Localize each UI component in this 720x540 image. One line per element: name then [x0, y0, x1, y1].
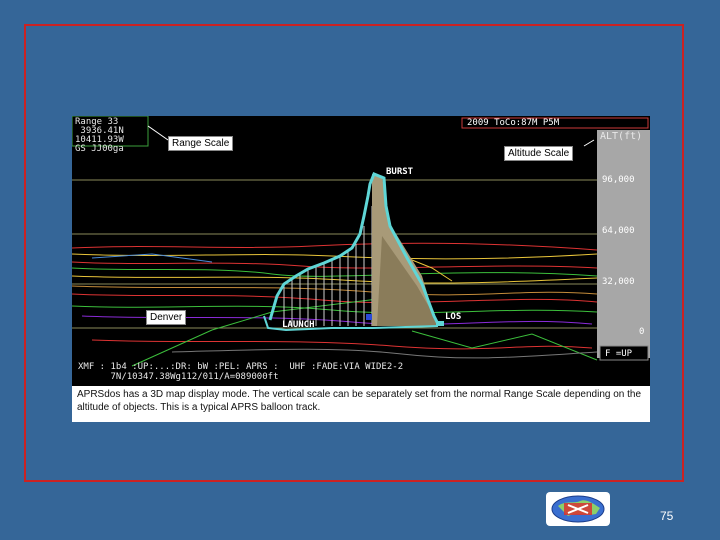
status-line-1: XMF : 1b4 :UP:...:DR: bW :PEL: APRS : UH… — [78, 362, 404, 372]
denver-callout: Denver — [146, 310, 187, 325]
alt-tick-32000: 32,000 — [602, 277, 635, 287]
altitude-scale-pointer — [583, 139, 595, 147]
burst-label: BURST — [386, 167, 414, 177]
status-line-2: 7N/10347.38Wg112/011/A=089000ft — [78, 372, 279, 382]
altitude-panel — [597, 130, 650, 358]
los-marker — [436, 321, 444, 326]
alt-heading: ALT(ft) — [600, 131, 643, 142]
range-scale-callout: Range Scale — [168, 136, 234, 151]
grid-square-readout: GS JJ00ga — [75, 144, 124, 154]
alt-tick-96000: 96,000 — [602, 175, 635, 185]
organization-logo — [546, 492, 610, 526]
descent-shadow-fan — [377, 236, 440, 326]
altitude-scale-callout: Altitude Scale — [504, 146, 574, 161]
alt-tick-0: 0 — [639, 327, 645, 337]
logo-graphic — [551, 495, 605, 523]
coords-block: Range 33 3936.41N 10411.93W GS JJ00ga — [75, 118, 124, 154]
terrain-contours — [72, 242, 598, 367]
launch-site-marker — [366, 314, 372, 320]
time-readout: 2009 ToCo:87M P5M — [467, 118, 560, 128]
aprs-3d-map-screenshot: Range 33 3936.41N 10411.93W GS JJ00ga 20… — [72, 116, 650, 386]
alt-mode-label[interactable]: F =UP — [605, 349, 632, 359]
alt-tick-64000: 64,000 — [602, 226, 635, 236]
slide-caption: APRSdos has a 3D map display mode. The v… — [72, 386, 650, 422]
launch-label: LAUNCH — [282, 320, 315, 330]
range-scale-pointer — [147, 125, 169, 141]
page-number: 75 — [660, 509, 674, 523]
los-label: LOS — [445, 312, 462, 322]
